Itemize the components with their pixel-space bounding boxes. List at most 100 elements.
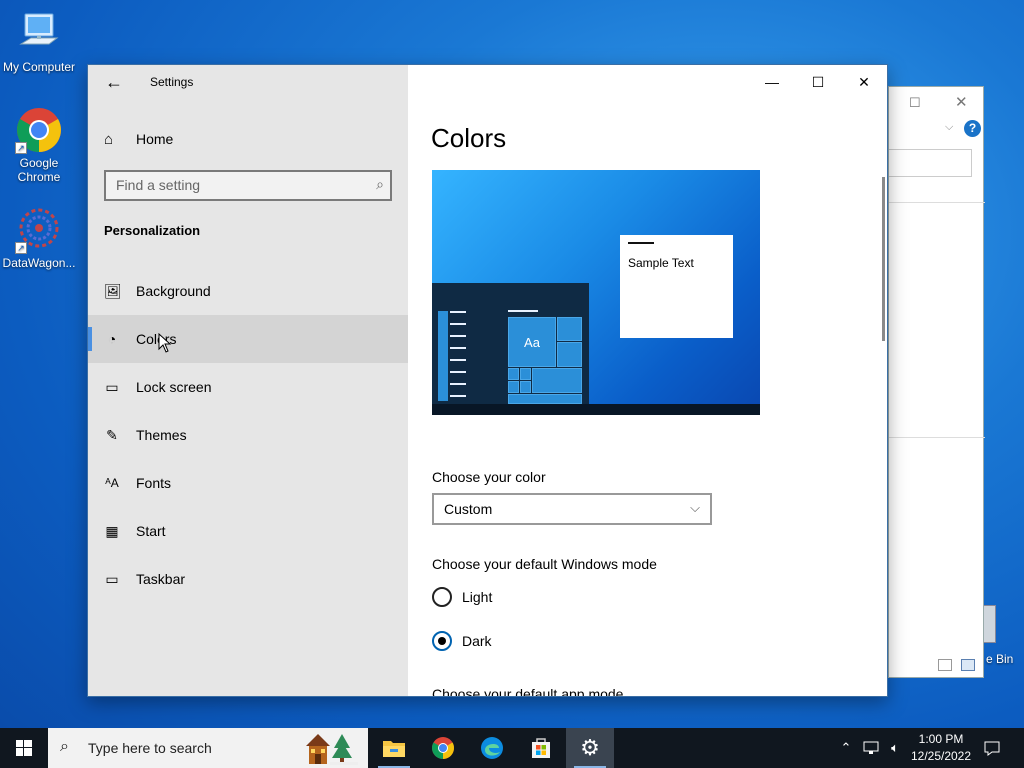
desktop-icon-chrome[interactable]: ↗ Google Chrome	[1, 106, 77, 184]
choose-color-dropdown[interactable]: Custom ⌵	[432, 493, 712, 525]
taskbar-search-box[interactable]: ⌕ Type here to search	[48, 728, 368, 768]
volume-icon[interactable]: 🔈︎	[884, 728, 906, 768]
radio-circle-selected	[432, 631, 452, 651]
preview-taskbar	[432, 404, 760, 415]
close-button[interactable]: ✕	[841, 65, 887, 99]
minimize-button[interactable]: —	[749, 65, 795, 99]
shortcut-arrow-icon: ↗	[15, 242, 27, 254]
network-monitor-icon	[863, 741, 879, 754]
find-setting-input[interactable]: Find a setting ⌕	[104, 170, 392, 201]
preview-start-menu: Aa	[432, 283, 589, 415]
palette-icon: ◔	[107, 331, 117, 347]
preview-tile	[557, 342, 582, 367]
minimize-icon: —	[765, 74, 779, 90]
chrome-icon	[432, 737, 454, 759]
chevron-down-icon[interactable]: ⌵	[945, 121, 953, 134]
preview-tile-text: Aa	[524, 334, 540, 350]
maximize-icon[interactable]: ☐	[909, 95, 921, 111]
preview-tile	[508, 368, 519, 380]
taskbar-chrome[interactable]	[419, 728, 467, 768]
preview-header-line	[508, 310, 538, 312]
help-icon[interactable]: ?	[964, 120, 981, 137]
taskbar-file-explorer[interactable]	[370, 728, 418, 768]
settings-icon: ⚙	[580, 735, 600, 760]
maximize-icon: ☐	[811, 74, 825, 90]
settings-content: — ☐ ✕ Colors Aa Sample Text Choose your …	[408, 65, 887, 696]
taskbar-edge[interactable]	[468, 728, 516, 768]
radio-label: Dark	[462, 633, 492, 649]
large-icons-view-icon[interactable]	[961, 659, 975, 671]
shortcut-arrow-icon: ↗	[15, 142, 27, 154]
show-hidden-icons-button[interactable]: ⌃	[836, 728, 856, 768]
desktop-icon-my-computer[interactable]: My Computer	[1, 10, 77, 74]
datawagon-icon: ↗	[15, 206, 63, 254]
notification-icon	[984, 741, 1000, 756]
windows-mode-label: Choose your default Windows mode	[432, 556, 657, 572]
sidebar-item-lock-screen[interactable]: ▭ Lock screen	[88, 363, 408, 411]
lock-screen-icon: ▭	[105, 378, 119, 395]
desktop-icon-datawagon[interactable]: ↗ DataWagon...	[1, 206, 77, 270]
home-link[interactable]: ⌂ Home	[104, 127, 173, 151]
sidebar-item-themes[interactable]: ✎ Themes	[88, 411, 408, 459]
radio-light[interactable]: Light	[432, 587, 492, 607]
sidebar-item-start[interactable]: ▦ Start	[88, 507, 408, 555]
arrow-left-icon: ←	[105, 72, 123, 92]
start-grid-icon: ▦	[105, 522, 119, 539]
taskbar: ⌕ Type here to search ⚙ ⌃ 🔈︎ 1:00 PM 12/…	[0, 728, 1024, 768]
preview-tile	[532, 368, 582, 393]
taskbar-search-placeholder: Type here to search	[88, 740, 212, 756]
picture-icon: 🖼	[104, 282, 122, 299]
choose-color-label: Choose your color	[432, 469, 546, 485]
home-label: Home	[136, 131, 174, 147]
computer-icon	[15, 10, 63, 58]
sidebar-item-label: Themes	[136, 427, 187, 443]
file-explorer-icon	[383, 741, 405, 757]
sidebar-item-background[interactable]: 🖼 Background	[88, 267, 408, 315]
speaker-icon: 🔈︎	[891, 740, 899, 755]
chrome-icon: ↗	[15, 106, 63, 154]
section-title: Personalization	[104, 223, 201, 238]
recycle-bin-icon[interactable]	[982, 605, 996, 643]
mouse-cursor-icon	[158, 333, 172, 353]
scrollbar[interactable]	[882, 177, 885, 341]
recycle-bin-label: e Bin	[986, 652, 1014, 666]
sidebar-item-label: Background	[136, 283, 211, 299]
start-button[interactable]	[0, 728, 48, 768]
sidebar-item-label: Start	[136, 523, 166, 539]
search-icon: ⌕	[60, 738, 69, 755]
action-center-button[interactable]	[978, 728, 1006, 768]
home-icon: ⌂	[104, 130, 114, 148]
close-icon[interactable]: ✕	[955, 93, 968, 111]
settings-sidebar: ← Settings ⌂ Home Find a setting ⌕ Perso…	[88, 65, 408, 696]
clock-time: 1:00 PM	[918, 732, 964, 746]
details-view-icon[interactable]	[938, 659, 952, 671]
taskbar-store[interactable]	[517, 728, 565, 768]
preview-sample-text: Sample Text	[628, 256, 694, 270]
address-bar[interactable]	[889, 149, 972, 177]
preview-tile	[520, 381, 531, 393]
preview-sample-window: Sample Text	[620, 235, 733, 338]
settings-window: ← Settings ⌂ Home Find a setting ⌕ Perso…	[87, 64, 888, 697]
search-placeholder: Find a setting	[116, 177, 201, 193]
preview-tile-large: Aa	[508, 317, 556, 367]
sidebar-item-colors[interactable]: ◔ Colors	[88, 315, 408, 363]
desktop-icon-label: Google Chrome	[17, 156, 61, 184]
radio-label: Light	[462, 589, 493, 605]
edge-icon	[481, 737, 503, 759]
font-icon: ᴬA	[105, 476, 119, 490]
taskbar-settings[interactable]: ⚙	[566, 728, 614, 768]
brush-icon: ✎	[106, 426, 118, 443]
radio-dark[interactable]: Dark	[432, 631, 492, 651]
clock-date: 12/25/2022	[910, 749, 972, 763]
network-icon[interactable]	[860, 728, 882, 768]
radio-circle	[432, 587, 452, 607]
sidebar-item-fonts[interactable]: ᴬA Fonts	[88, 459, 408, 507]
preview-tile	[557, 317, 582, 341]
chevron-up-icon: ⌃	[840, 740, 852, 755]
back-button[interactable]: ←	[102, 71, 126, 93]
sidebar-item-taskbar[interactable]: ▭ Taskbar	[88, 555, 408, 603]
app-mode-label: Choose your default app mode	[432, 686, 624, 697]
maximize-button[interactable]: ☐	[795, 65, 841, 99]
taskbar-clock[interactable]: 1:00 PM 12/25/2022	[906, 731, 976, 765]
background-explorer-window[interactable]: ☐ ✕ ⌵ ?	[888, 86, 985, 678]
